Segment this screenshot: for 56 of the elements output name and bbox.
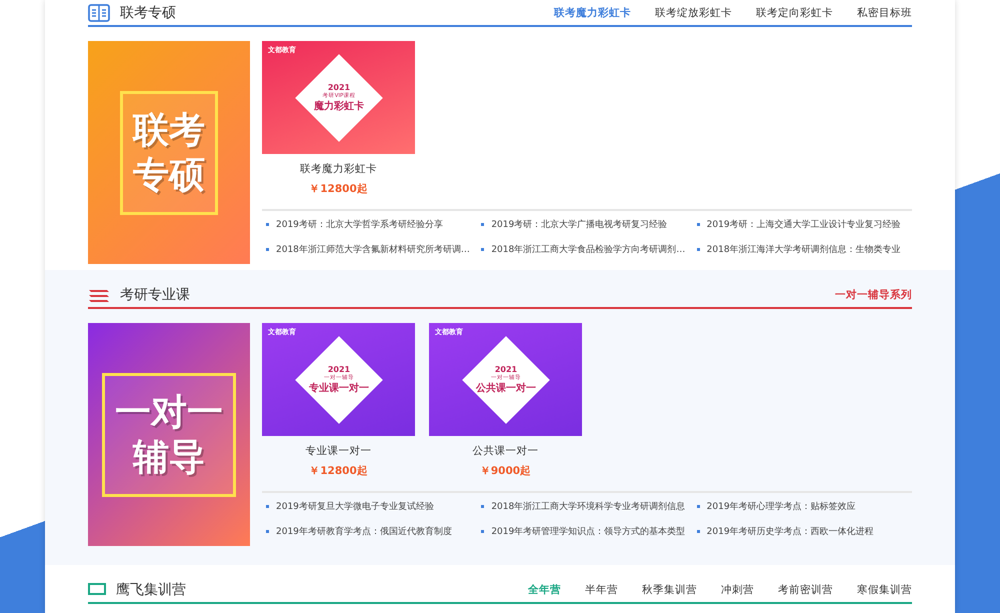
category-tab[interactable]: 联考魔力彩虹卡 [554, 6, 631, 20]
series-link[interactable]: 一对一辅导系列 [835, 288, 912, 302]
bullet-icon [696, 248, 700, 251]
article-link[interactable]: 2019年考研管理学知识点：领导方式的基本类型 [481, 525, 697, 538]
bullet-icon [481, 223, 484, 226]
article-link[interactable]: 2018年浙江师范大学含氟新材料研究所考研调… [266, 243, 482, 256]
section-title: 鹰飞集训营 [116, 580, 187, 598]
banner-headline: 魔力彩虹卡 [314, 99, 364, 112]
banner-headline: 专业课一对一 [308, 382, 368, 394]
section-title: 联考专硕 [120, 4, 177, 22]
category-tab[interactable]: 冲刺营 [721, 582, 754, 596]
article-link[interactable]: 2019考研：上海交通大学工业设计专业复习经验 [696, 218, 912, 231]
poster-title: 辅导 [133, 436, 205, 480]
product-price: ￥9000起 [480, 464, 532, 478]
product-name[interactable]: 公共课一对一 [472, 444, 538, 458]
banner-headline: 公共课一对一 [476, 382, 536, 394]
bullet-icon [266, 530, 269, 533]
category-tab[interactable]: 考前密训营 [778, 582, 833, 596]
banner-year: 2021 [494, 364, 517, 374]
poster-title: 联考 [133, 108, 205, 152]
product-name[interactable]: 联考魔力彩虹卡 [300, 162, 377, 176]
article-link[interactable]: 2018年浙江海洋大学考研调剂信息：生物类专业 [696, 243, 912, 256]
category-tab[interactable]: 寒假集训营 [857, 582, 912, 596]
section-title: 考研专业课 [120, 286, 191, 304]
article-link[interactable]: 2019年考研心理学考点：贴标签效应 [696, 500, 912, 513]
bullet-icon [696, 223, 700, 226]
bullet-icon [481, 248, 484, 251]
article-link[interactable]: 2018年浙江工商大学环境科学专业考研调剂信息 [481, 500, 697, 513]
banner-year: 2021 [327, 82, 350, 92]
article-link[interactable]: 2019考研复旦大学微电子专业复试经验 [266, 500, 482, 513]
bullet-icon [696, 530, 700, 533]
category-tab[interactable]: 联考绽放彩虹卡 [655, 6, 732, 20]
product-price: ￥12800起 [309, 464, 368, 478]
product-name[interactable]: 专业课一对一 [306, 444, 372, 458]
bullet-icon [266, 223, 269, 226]
poster-title: 一对一 [115, 390, 223, 434]
article-link[interactable]: 2018年浙江工商大学食品检验学方向考研调剂… [481, 243, 697, 256]
product-price: ￥12800起 [309, 182, 368, 196]
book-icon [88, 4, 110, 22]
article-link[interactable]: 2019年考研教育学考点：俄国近代教育制度 [266, 525, 482, 538]
bullet-icon [481, 530, 484, 533]
poster-title: 专硕 [133, 154, 205, 198]
article-link[interactable]: 2019考研：北京大学广播电视考研复习经验 [481, 218, 697, 231]
category-tab[interactable]: 半年营 [585, 582, 618, 596]
bullet-icon [696, 505, 700, 508]
banner-year: 2021 [327, 364, 350, 374]
bullet-icon [266, 505, 269, 508]
article-link[interactable]: 2019年考研历史学考点：西欧一体化进程 [696, 525, 912, 538]
bullet-icon [266, 248, 269, 251]
bullet-icon [481, 505, 484, 508]
category-tab[interactable]: 联考定向彩虹卡 [756, 6, 833, 20]
category-tab[interactable]: 秋季集训营 [642, 582, 697, 596]
article-link[interactable]: 2019考研：北京大学哲学系考研经验分享 [266, 218, 482, 231]
category-tab[interactable]: 私密目标班 [857, 6, 912, 20]
promo-poster[interactable]: 一对一 辅导 [88, 323, 250, 546]
board-icon [88, 582, 106, 596]
